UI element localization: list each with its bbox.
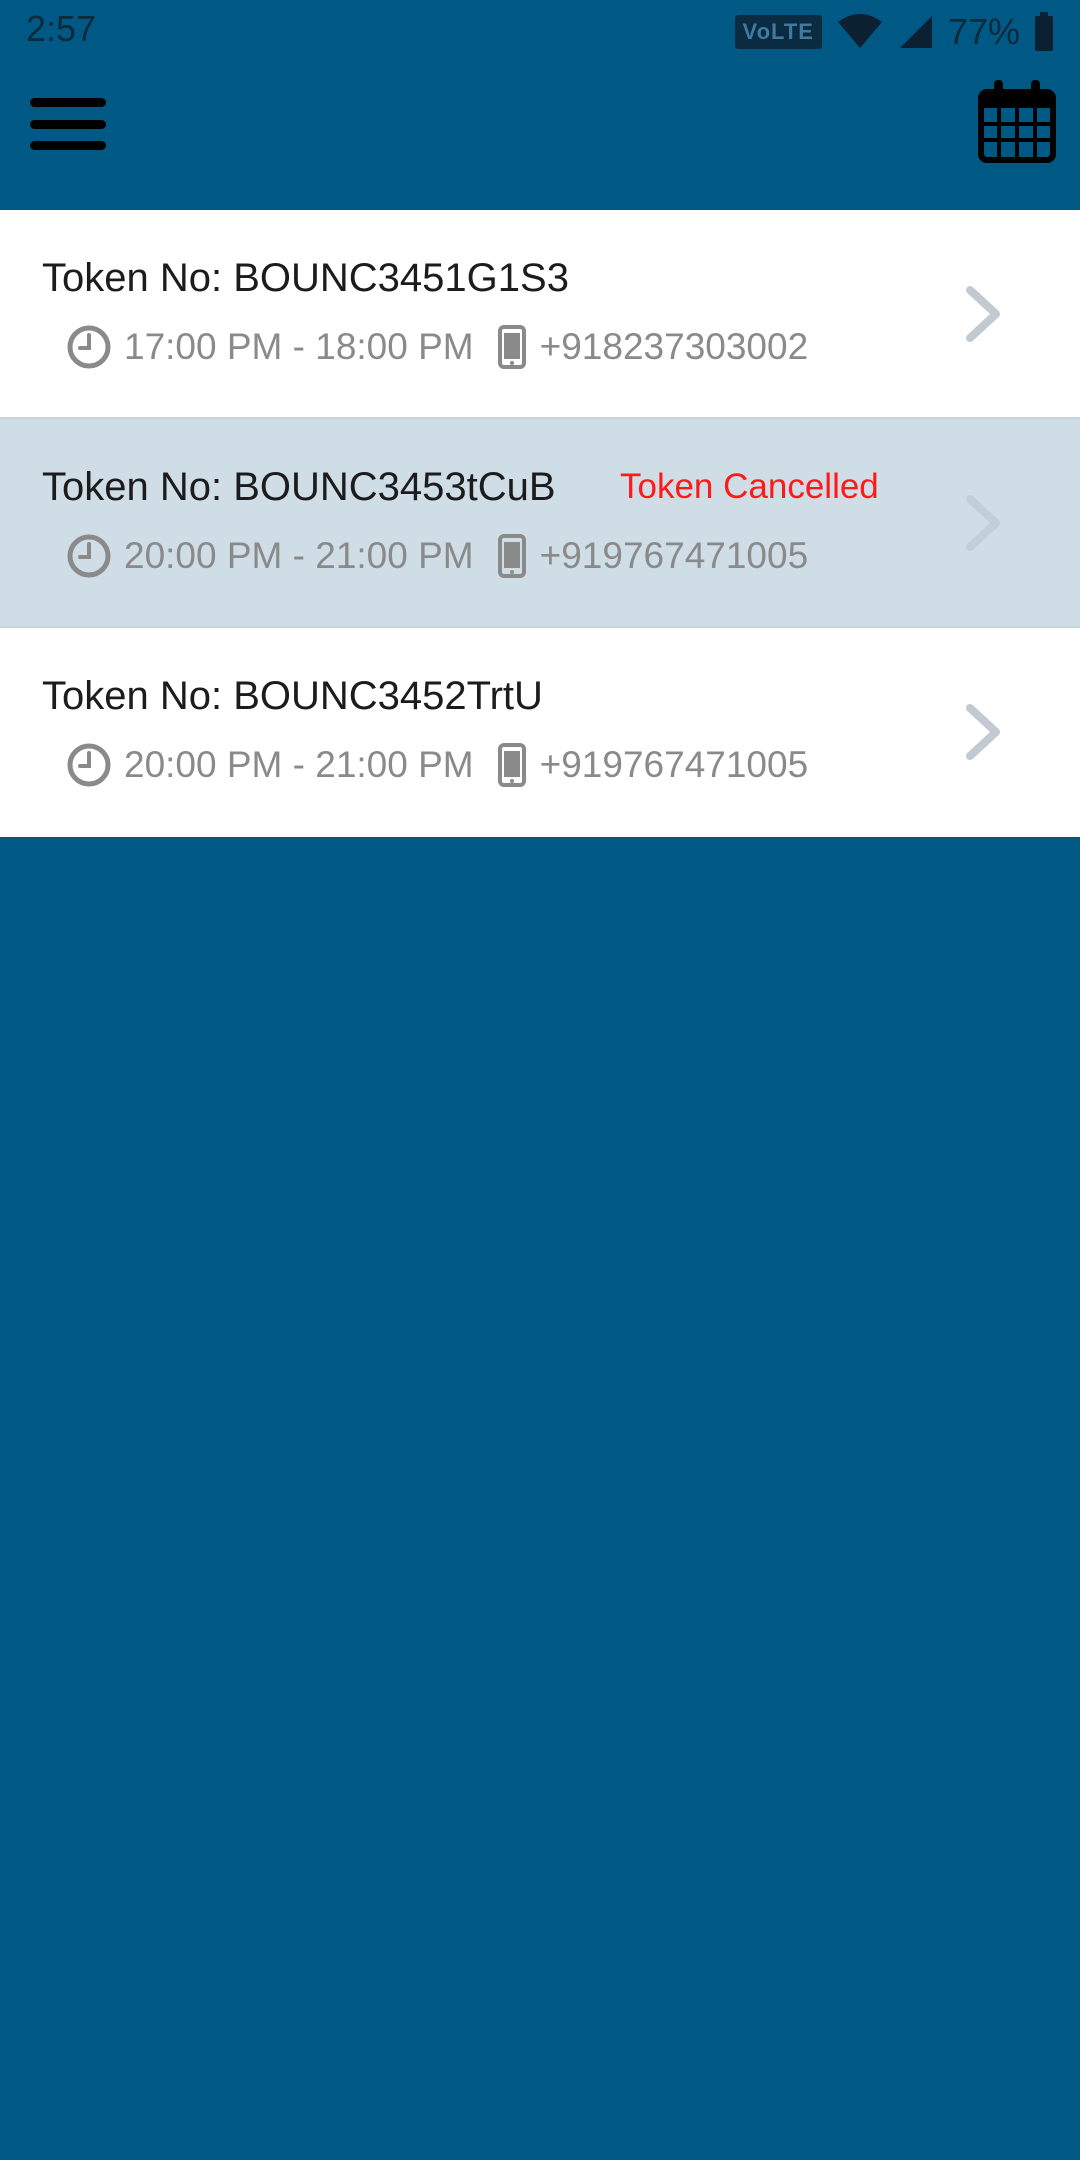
cellular-signal-icon bbox=[899, 16, 932, 48]
chevron-right-icon bbox=[966, 286, 1000, 342]
token-time-range: 20:00 PM - 21:00 PM bbox=[124, 744, 474, 785]
status-icons: VoLTE 77% bbox=[734, 10, 1054, 54]
battery-percent: 77% bbox=[947, 11, 1020, 52]
token-list: Token No: BOUNC3451G1S3 17:00 PM - 18:00… bbox=[0, 210, 1080, 837]
app-bar bbox=[0, 64, 1080, 210]
chevron-right-icon bbox=[966, 704, 1000, 760]
token-time-range: 20:00 PM - 21:00 PM bbox=[124, 535, 474, 576]
hamburger-menu-icon[interactable] bbox=[30, 92, 106, 156]
clock-icon bbox=[67, 534, 111, 578]
chevron-right-icon bbox=[966, 495, 1000, 551]
clock-icon bbox=[67, 743, 111, 787]
token-list-item[interactable]: Token No: BOUNC3452TrtU 20:00 PM - 21:00… bbox=[0, 628, 1080, 837]
app-screen: 2:57 VoLTE 77% Token No: BOUNC3451G1S3 1… bbox=[0, 0, 1080, 2160]
token-meta: 20:00 PM - 21:00 PM +919767471005 bbox=[66, 531, 808, 581]
mobile-phone-icon bbox=[497, 534, 526, 578]
volte-badge: VoLTE bbox=[734, 15, 822, 49]
token-meta: 17:00 PM - 18:00 PM +918237303002 bbox=[66, 322, 808, 372]
status-bar: 2:57 VoLTE 77% bbox=[0, 0, 1080, 64]
token-cancelled-label: Token Cancelled bbox=[620, 467, 879, 506]
token-meta: 20:00 PM - 21:00 PM +919767471005 bbox=[66, 740, 808, 790]
token-number: Token No: BOUNC3452TrtU bbox=[42, 674, 543, 718]
token-time-range: 17:00 PM - 18:00 PM bbox=[124, 326, 474, 367]
mobile-phone-icon bbox=[497, 743, 526, 787]
calendar-icon[interactable] bbox=[978, 78, 1056, 164]
wifi-icon bbox=[837, 14, 882, 48]
token-phone-number: +919767471005 bbox=[539, 535, 809, 576]
token-number: Token No: BOUNC3453tCuB bbox=[42, 465, 556, 509]
token-list-item-cancelled[interactable]: Token No: BOUNC3453tCuB Token Cancelled … bbox=[0, 419, 1080, 628]
token-phone-number: +918237303002 bbox=[539, 326, 809, 367]
mobile-phone-icon bbox=[497, 325, 526, 369]
token-list-item[interactable]: Token No: BOUNC3451G1S3 17:00 PM - 18:00… bbox=[0, 210, 1080, 419]
battery-icon bbox=[1035, 12, 1053, 51]
token-number: Token No: BOUNC3451G1S3 bbox=[42, 256, 569, 300]
status-time: 2:57 bbox=[26, 8, 97, 49]
clock-icon bbox=[67, 325, 111, 369]
token-phone-number: +919767471005 bbox=[539, 744, 809, 785]
